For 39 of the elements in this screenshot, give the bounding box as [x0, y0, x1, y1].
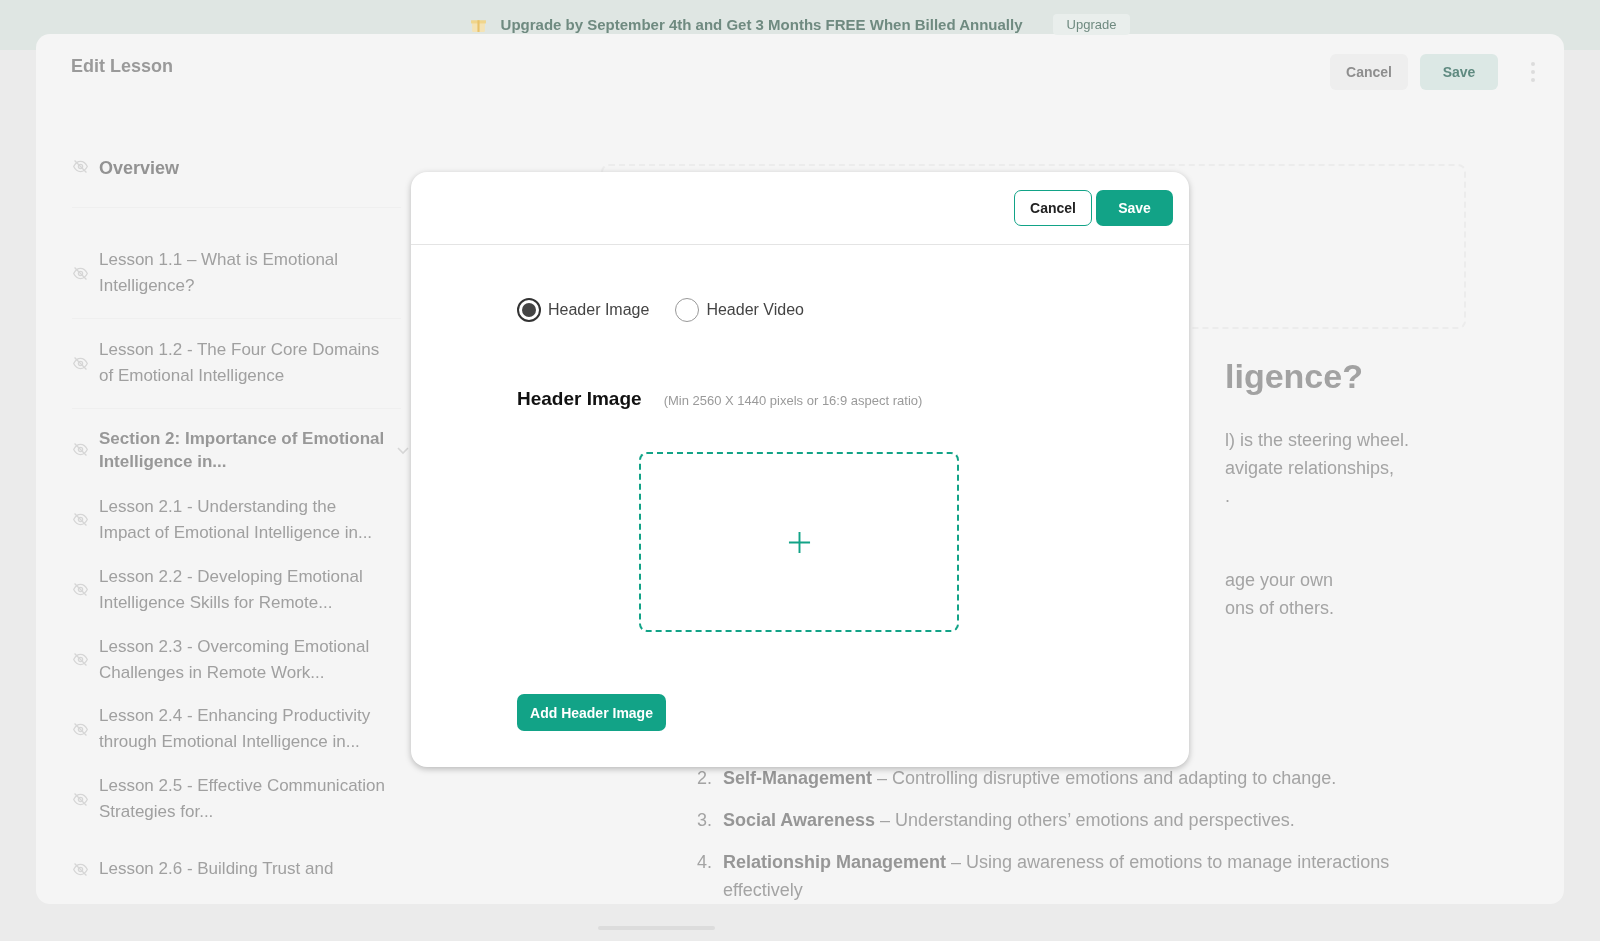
add-header-image-button[interactable]: Add Header Image: [517, 694, 666, 731]
list-item-text: Self-Management – Controlling disruptive emotions and adapting to change.: [723, 767, 1337, 790]
lesson-item[interactable]: Lesson 2.3 - Overcoming Emotional Challenges in Remote Work...: [99, 633, 386, 686]
text-line: avigate relationships,: [1225, 457, 1396, 480]
save-button[interactable]: Save: [1420, 54, 1498, 90]
section-title: Header Image: [517, 388, 642, 410]
eye-slash-icon[interactable]: [72, 651, 89, 668]
plus-icon: [787, 530, 811, 554]
eye-slash-icon[interactable]: [72, 158, 89, 175]
article-heading: ligence?: [1225, 357, 1363, 396]
lesson-item[interactable]: Lesson 2.6 - Building Trust and: [99, 856, 386, 883]
image-dropzone[interactable]: [639, 452, 959, 632]
lesson-item[interactable]: Lesson 2.4 - Enhancing Productivity through Emotional Intelligence in...: [99, 703, 386, 756]
text-line: ons of others.: [1225, 597, 1335, 620]
section-item[interactable]: Section 2: Importance of Emotional Intelligence in...: [99, 426, 386, 473]
cancel-button[interactable]: Cancel: [1330, 54, 1408, 90]
upgrade-button[interactable]: Upgrade: [1052, 14, 1131, 35]
radio-option[interactable]: Header Video: [675, 298, 804, 322]
list-number: 3.: [697, 809, 713, 832]
radio-option[interactable]: Header Image: [517, 298, 650, 322]
list-item-text: Social Awareness – Understanding others’ emotions and perspectives.: [723, 809, 1295, 832]
lesson-item[interactable]: Lesson 2.1 - Understanding the Impact of Emotional Intelligence in...: [99, 493, 386, 546]
lesson-item[interactable]: Lesson 2.5 - Effective Communication Strategies for...: [99, 773, 386, 826]
promo-text: Upgrade by September 4th and Get 3 Months FREE When Billed Annually: [500, 15, 1023, 35]
list-number: 4.: [697, 851, 713, 874]
size-hint: (Min 2560 X 1440 pixels or 16:9 aspect ratio): [663, 393, 923, 408]
lesson-item[interactable]: Lesson 2.2 - Developing Emotional Intelligence Skills for Remote...: [99, 563, 386, 616]
list-number: 2.: [697, 767, 713, 790]
more-icon[interactable]: [1530, 61, 1536, 83]
text-line: .: [1225, 485, 1231, 508]
lesson-item[interactable]: Lesson 1.2 - The Four Core Domains of Emotional Intelligence: [99, 337, 386, 390]
cancel-button[interactable]: Cancel: [1014, 190, 1092, 226]
text-line: age your own: [1225, 569, 1335, 592]
save-button[interactable]: Save: [1096, 190, 1173, 226]
overview-link[interactable]: Overview: [99, 158, 386, 178]
text-line: l) is the steering wheel.: [1225, 429, 1410, 452]
lesson-item[interactable]: Lesson 1.1 – What is Emotional Intelligence?: [99, 247, 386, 300]
list-item-text: Relationship Management – Using awareness of emotions to manage interactions effectively: [723, 851, 1391, 902]
panel-title: Edit Lesson: [71, 56, 173, 77]
